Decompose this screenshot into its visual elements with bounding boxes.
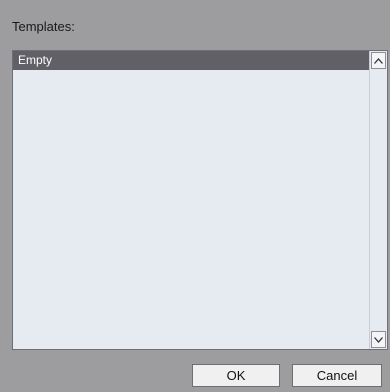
templates-list: Empty xyxy=(13,51,369,349)
cancel-button[interactable]: Cancel xyxy=(292,364,382,387)
templates-dialog: Templates: Empty OK Cancel xyxy=(0,0,390,392)
list-item-label: Empty xyxy=(18,53,53,67)
chevron-down-icon xyxy=(374,336,383,343)
list-item[interactable]: Empty xyxy=(13,51,369,70)
chevron-up-icon xyxy=(374,57,383,64)
scroll-up-button[interactable] xyxy=(371,52,386,69)
templates-label: Templates: xyxy=(12,19,75,34)
scroll-down-button[interactable] xyxy=(371,331,386,348)
ok-button[interactable]: OK xyxy=(192,364,280,387)
templates-listbox[interactable]: Empty xyxy=(12,50,388,350)
vertical-scrollbar[interactable] xyxy=(369,51,387,349)
